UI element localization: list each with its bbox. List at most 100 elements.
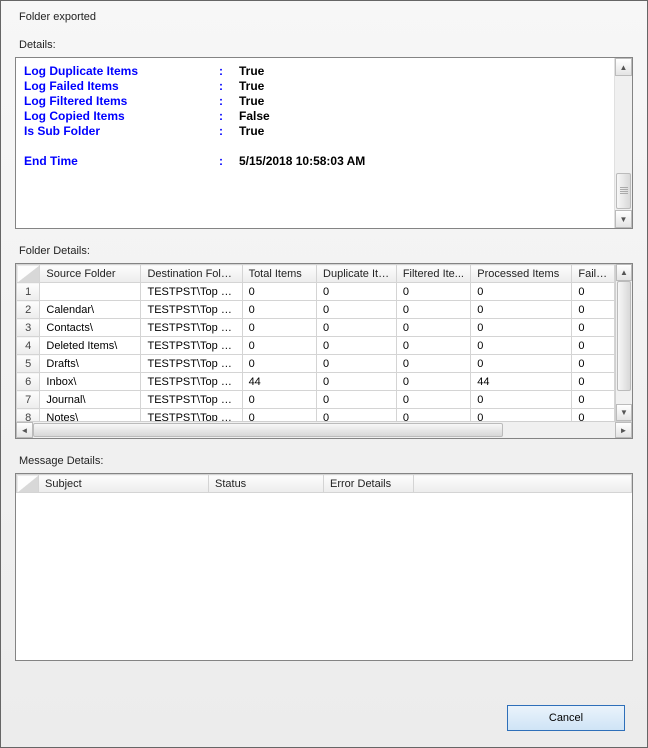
row-number[interactable]: 5 bbox=[17, 355, 40, 373]
folder-horizontal-scrollbar[interactable]: ◄ ► bbox=[16, 421, 632, 438]
cell-duplicate-items[interactable]: 0 bbox=[317, 319, 397, 337]
cell-failed-items[interactable]: 0 bbox=[572, 337, 615, 355]
cell-destination-folder[interactable]: TESTPST\Top of ... bbox=[141, 337, 242, 355]
row-number[interactable]: 6 bbox=[17, 373, 40, 391]
col-status[interactable]: Status bbox=[209, 475, 324, 493]
row-header-corner[interactable] bbox=[17, 265, 40, 283]
cell-destination-folder[interactable]: TESTPST\Top of ... bbox=[141, 283, 242, 301]
cell-duplicate-items[interactable]: 0 bbox=[317, 355, 397, 373]
table-row[interactable]: 8Notes\TESTPST\Top of ...00000 bbox=[17, 409, 615, 422]
cell-total-items[interactable]: 0 bbox=[242, 337, 316, 355]
cancel-button[interactable]: Cancel bbox=[507, 705, 625, 731]
col-failed-items[interactable]: Failed bbox=[572, 265, 615, 283]
cell-source-folder[interactable]: Drafts\ bbox=[40, 355, 141, 373]
cell-failed-items[interactable]: 0 bbox=[572, 409, 615, 422]
cell-source-folder[interactable]: Notes\ bbox=[40, 409, 141, 422]
cell-total-items[interactable]: 44 bbox=[242, 373, 316, 391]
cell-processed-items[interactable]: 0 bbox=[471, 319, 572, 337]
cell-source-folder[interactable] bbox=[40, 283, 141, 301]
scroll-up-icon[interactable]: ▲ bbox=[615, 58, 632, 76]
cell-destination-folder[interactable]: TESTPST\Top of ... bbox=[141, 373, 242, 391]
scroll-right-icon[interactable]: ► bbox=[615, 422, 632, 438]
cell-total-items[interactable]: 0 bbox=[242, 301, 316, 319]
cell-total-items[interactable]: 0 bbox=[242, 319, 316, 337]
cell-duplicate-items[interactable]: 0 bbox=[317, 337, 397, 355]
cell-source-folder[interactable]: Calendar\ bbox=[40, 301, 141, 319]
scrollbar-thumb[interactable] bbox=[617, 281, 631, 391]
table-row[interactable]: 7Journal\TESTPST\Top of ...00000 bbox=[17, 391, 615, 409]
cell-source-folder[interactable]: Inbox\ bbox=[40, 373, 141, 391]
cell-filtered-items[interactable]: 0 bbox=[396, 301, 470, 319]
row-number[interactable]: 3 bbox=[17, 319, 40, 337]
col-error-details[interactable]: Error Details bbox=[324, 475, 414, 493]
cell-processed-items[interactable]: 0 bbox=[471, 391, 572, 409]
table-row[interactable]: 2Calendar\TESTPST\Top of ...00000 bbox=[17, 301, 615, 319]
cell-total-items[interactable]: 0 bbox=[242, 391, 316, 409]
row-number[interactable]: 7 bbox=[17, 391, 40, 409]
cell-destination-folder[interactable]: TESTPST\Top of ... bbox=[141, 409, 242, 422]
scroll-down-icon[interactable]: ▼ bbox=[616, 404, 632, 421]
col-total-items[interactable]: Total Items bbox=[242, 265, 316, 283]
cell-filtered-items[interactable]: 0 bbox=[396, 355, 470, 373]
cell-duplicate-items[interactable]: 0 bbox=[317, 391, 397, 409]
cell-processed-items[interactable]: 0 bbox=[471, 301, 572, 319]
cell-failed-items[interactable]: 0 bbox=[572, 301, 615, 319]
cell-filtered-items[interactable]: 0 bbox=[396, 373, 470, 391]
cell-destination-folder[interactable]: TESTPST\Top of ... bbox=[141, 355, 242, 373]
cell-destination-folder[interactable]: TESTPST\Top of ... bbox=[141, 391, 242, 409]
table-row[interactable]: 3Contacts\TESTPST\Top of ...00000 bbox=[17, 319, 615, 337]
cell-filtered-items[interactable]: 0 bbox=[396, 391, 470, 409]
cell-total-items[interactable]: 0 bbox=[242, 283, 316, 301]
col-subject[interactable]: Subject bbox=[39, 475, 209, 493]
col-duplicate-items[interactable]: Duplicate Ite... bbox=[317, 265, 397, 283]
cell-source-folder[interactable]: Deleted Items\ bbox=[40, 337, 141, 355]
cell-duplicate-items[interactable]: 0 bbox=[317, 409, 397, 422]
scrollbar-thumb[interactable] bbox=[33, 423, 503, 437]
cell-processed-items[interactable]: 44 bbox=[471, 373, 572, 391]
table-row[interactable]: 5Drafts\TESTPST\Top of ...00000 bbox=[17, 355, 615, 373]
folder-vertical-scrollbar[interactable]: ▲ ▼ bbox=[615, 264, 632, 421]
cell-destination-folder[interactable]: TESTPST\Top of ... bbox=[141, 319, 242, 337]
cell-processed-items[interactable]: 0 bbox=[471, 409, 572, 422]
cell-processed-items[interactable]: 0 bbox=[471, 283, 572, 301]
scrollbar-track[interactable] bbox=[615, 76, 632, 210]
table-row[interactable]: 4Deleted Items\TESTPST\Top of ...00000 bbox=[17, 337, 615, 355]
cell-processed-items[interactable]: 0 bbox=[471, 337, 572, 355]
scroll-up-icon[interactable]: ▲ bbox=[616, 264, 632, 281]
cell-duplicate-items[interactable]: 0 bbox=[317, 301, 397, 319]
scrollbar-thumb[interactable] bbox=[616, 173, 631, 209]
details-section: Details: Log Duplicate Items:TrueLog Fai… bbox=[15, 31, 633, 229]
cell-duplicate-items[interactable]: 0 bbox=[317, 283, 397, 301]
row-number[interactable]: 8 bbox=[17, 409, 40, 422]
cell-source-folder[interactable]: Journal\ bbox=[40, 391, 141, 409]
details-vertical-scrollbar[interactable]: ▲ ▼ bbox=[614, 58, 632, 228]
cell-destination-folder[interactable]: TESTPST\Top of ... bbox=[141, 301, 242, 319]
cell-failed-items[interactable]: 0 bbox=[572, 355, 615, 373]
cell-duplicate-items[interactable]: 0 bbox=[317, 373, 397, 391]
cell-filtered-items[interactable]: 0 bbox=[396, 319, 470, 337]
table-row[interactable]: 6Inbox\TESTPST\Top of ...4400440 bbox=[17, 373, 615, 391]
col-source-folder[interactable]: Source Folder bbox=[40, 265, 141, 283]
row-number[interactable]: 4 bbox=[17, 337, 40, 355]
row-number[interactable]: 2 bbox=[17, 301, 40, 319]
cell-filtered-items[interactable]: 0 bbox=[396, 409, 470, 422]
col-processed-items[interactable]: Processed Items bbox=[471, 265, 572, 283]
cell-failed-items[interactable]: 0 bbox=[572, 373, 615, 391]
cell-processed-items[interactable]: 0 bbox=[471, 355, 572, 373]
table-row[interactable]: 1TESTPST\Top of ...00000 bbox=[17, 283, 615, 301]
col-filtered-items[interactable]: Filtered Ite... bbox=[396, 265, 470, 283]
cell-failed-items[interactable]: 0 bbox=[572, 391, 615, 409]
cell-filtered-items[interactable]: 0 bbox=[396, 337, 470, 355]
cell-failed-items[interactable]: 0 bbox=[572, 319, 615, 337]
row-number[interactable]: 1 bbox=[17, 283, 40, 301]
cell-failed-items[interactable]: 0 bbox=[572, 283, 615, 301]
cell-total-items[interactable]: 0 bbox=[242, 355, 316, 373]
scroll-down-icon[interactable]: ▼ bbox=[615, 210, 632, 228]
scroll-left-icon[interactable]: ◄ bbox=[16, 422, 33, 438]
col-destination-folder[interactable]: Destination Folder bbox=[141, 265, 242, 283]
detail-label: Is Sub Folder bbox=[24, 124, 219, 139]
cell-total-items[interactable]: 0 bbox=[242, 409, 316, 422]
cell-source-folder[interactable]: Contacts\ bbox=[40, 319, 141, 337]
cell-filtered-items[interactable]: 0 bbox=[396, 283, 470, 301]
row-header-corner[interactable] bbox=[17, 475, 39, 493]
